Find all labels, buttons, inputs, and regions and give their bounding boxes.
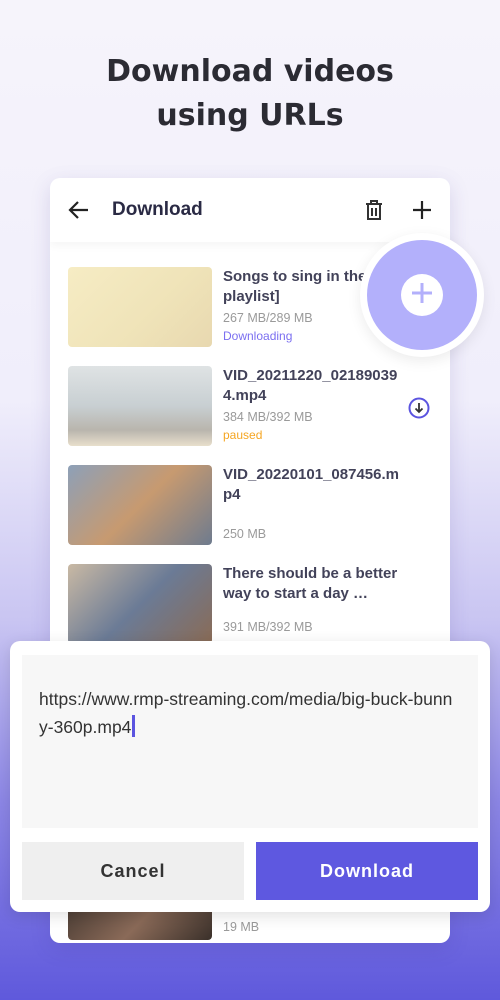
cancel-button[interactable]: Cancel (22, 842, 244, 900)
plus-icon[interactable] (412, 200, 432, 220)
url-input[interactable]: https://www.rmp-streaming.com/media/big-… (22, 655, 478, 828)
headline-line-2: using URLs (156, 98, 344, 133)
headline-line-1: Download videos (106, 54, 394, 89)
arrow-left-icon[interactable] (68, 199, 90, 221)
video-name: There should be a better way to start a … (223, 565, 398, 602)
trash-icon[interactable] (364, 199, 384, 221)
video-thumbnail (68, 564, 212, 644)
video-size: 384 MB/392 MB (223, 410, 313, 424)
page-title: Download (112, 199, 203, 220)
headline: Download videos using URLs (0, 50, 500, 138)
video-name: VID_20220101_087456.mp4 (223, 466, 399, 503)
app-header: Download (50, 178, 450, 242)
url-dialog: https://www.rmp-streaming.com/media/big-… (10, 641, 490, 912)
video-thumbnail (68, 465, 212, 545)
list-item[interactable]: There should be a better way to start a … (68, 564, 438, 644)
video-size: 19 MB (223, 920, 260, 934)
video-thumbnail (68, 267, 212, 347)
video-size: 391 MB/392 MB (223, 620, 313, 634)
list-item[interactable]: VID_20211220_021890394.mp4 384 MB/392 MB… (68, 366, 438, 446)
add-download-fab[interactable] (360, 233, 484, 357)
resume-download-icon[interactable] (408, 397, 430, 424)
list-item[interactable]: VID_20220101_087456.mp4 250 MB (68, 465, 438, 545)
video-status: paused (223, 428, 263, 442)
download-button[interactable]: Download (256, 842, 478, 900)
video-name: VID_20211220_021890394.mp4 (223, 367, 398, 404)
text-caret (132, 715, 136, 737)
plus-icon (410, 281, 434, 310)
video-size: 250 MB (223, 527, 267, 541)
video-thumbnail (68, 366, 212, 446)
